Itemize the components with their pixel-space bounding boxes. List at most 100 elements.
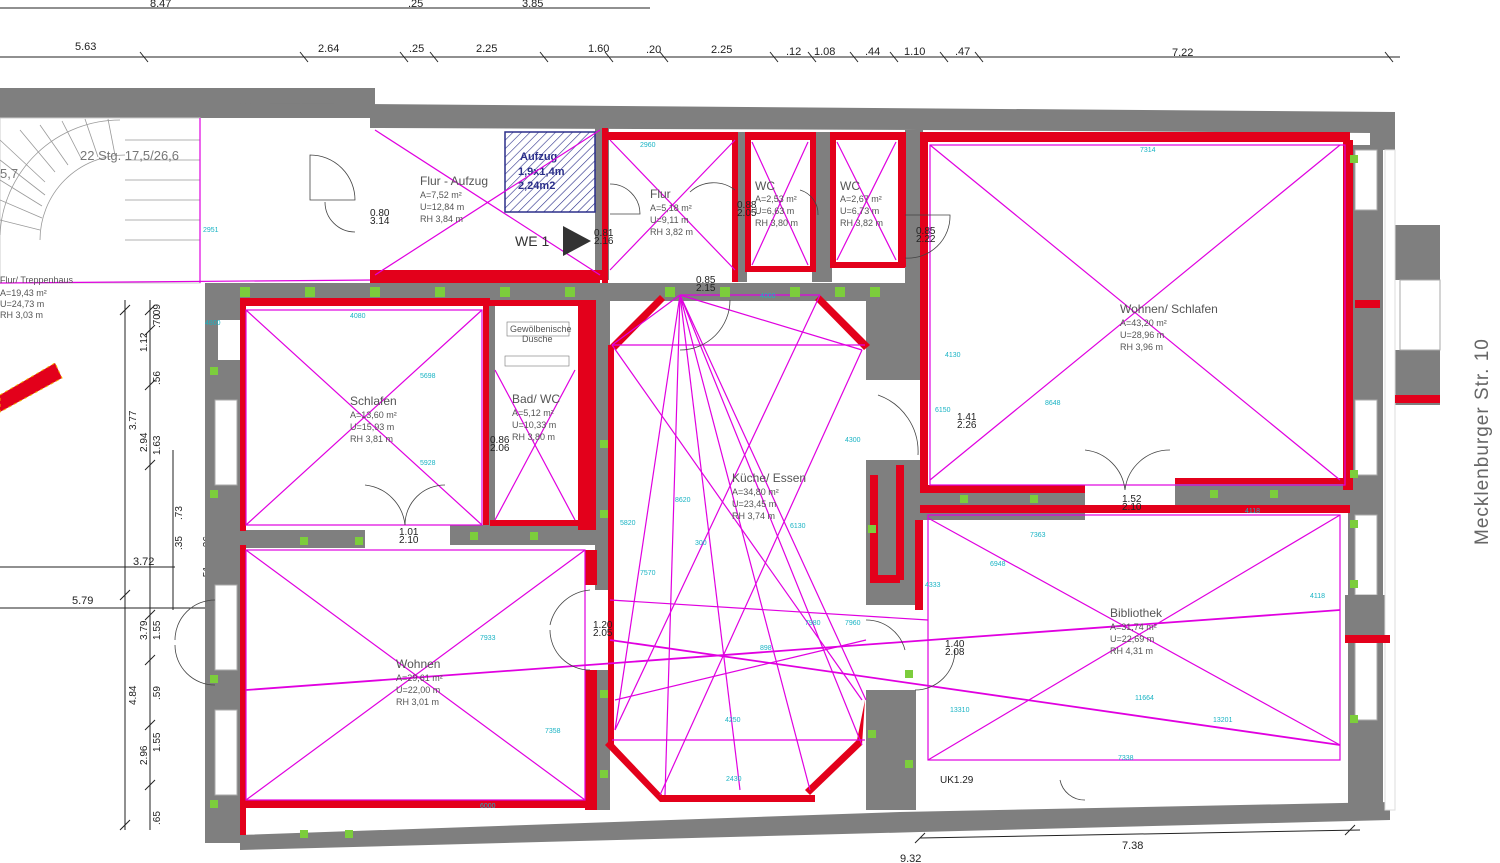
svg-text:5820: 5820 xyxy=(620,520,636,527)
room-bibliothek-name: Bibliothek xyxy=(1110,606,1163,620)
svg-text:13201: 13201 xyxy=(1213,717,1233,724)
svg-text:4118: 4118 xyxy=(1245,508,1260,515)
dim-left-19: 2.96 xyxy=(139,745,150,765)
svg-text:7980: 7980 xyxy=(805,620,821,627)
room-wohnen-name: Wohnen xyxy=(396,657,440,671)
svg-text:2430: 2430 xyxy=(726,776,742,783)
room-wohnen-height: RH 3,01 m xyxy=(396,697,439,707)
room-wohnen-schlafen-name: Wohnen/ Schlafen xyxy=(1120,302,1218,316)
dim-row2-6: .20 xyxy=(646,44,661,56)
svg-text:4333: 4333 xyxy=(925,582,941,589)
floor-plan: 8.47 .25 3.85 5.63 2.64 .25 2.25 1.60 .2… xyxy=(0,0,1493,863)
svg-text:7338: 7338 xyxy=(1118,755,1134,762)
room-bibliothek-area: A=31,74 m² xyxy=(1110,622,1157,632)
door-tag-2b: 2.22 xyxy=(916,234,936,245)
dim-top-3: 3.85 xyxy=(522,0,543,10)
svg-text:6130: 6130 xyxy=(790,523,806,530)
room-wc2-area: A=2,67 m² xyxy=(840,194,882,204)
room-bibliothek-perimeter: U=22,69 m xyxy=(1110,634,1154,644)
dim-top-1: 8.47 xyxy=(150,0,171,10)
street-label: Mecklenburger Str. 10 xyxy=(1472,338,1493,545)
room-flur-name: Flur xyxy=(650,187,671,201)
room-wc2-name: WC xyxy=(840,179,860,193)
door-tag-1b: 2.16 xyxy=(594,236,614,247)
room-wohnen-schlafen-perimeter: U=28,96 m xyxy=(1120,330,1164,340)
dim-row2-11: 1.10 xyxy=(904,46,925,58)
dim-bottom-2: 9.32 xyxy=(900,853,921,863)
stairhall-area: A=19,43 m² xyxy=(0,288,47,298)
new-walls xyxy=(240,128,1440,835)
room-kueche-area: A=34,80 m² xyxy=(732,487,779,497)
door-tag-7b: 2.10 xyxy=(1122,502,1142,513)
svg-text:13310: 13310 xyxy=(950,707,970,714)
room-bad-name: Bad/ WC xyxy=(512,392,560,406)
room-wohnen-schlafen-height: RH 3,96 m xyxy=(1120,342,1163,352)
room-wohnen-area: A=29,61 m² xyxy=(396,673,443,683)
dim-left-20: .65 xyxy=(152,811,163,825)
room-schlafen-area: A=13,60 m² xyxy=(350,410,397,420)
room-flur-aufzug-height: RH 3,84 m xyxy=(420,214,463,224)
dim-row2-2: 2.64 xyxy=(318,43,339,55)
room-flur-aufzug-name: Flur - Aufzug xyxy=(420,174,488,188)
svg-text:8648: 8648 xyxy=(1045,400,1061,407)
svg-text:7363: 7363 xyxy=(1030,532,1046,539)
room-schlafen-height: RH 3,81 m xyxy=(350,434,393,444)
room-wohnen-perimeter: U=22,00 m xyxy=(396,685,440,695)
room-wc1-height: RH 3,80 m xyxy=(755,218,798,228)
room-flur-aufzug-perimeter: U=12,84 m xyxy=(420,202,464,212)
door-tag-6b: 2.26 xyxy=(957,420,977,431)
svg-text:7570: 7570 xyxy=(640,570,656,577)
dim-left-15: 1.55 xyxy=(152,620,163,640)
stairhall-perimeter: U=24,73 m xyxy=(0,299,44,309)
svg-text:7358: 7358 xyxy=(545,728,561,735)
door-tag-5b: 2.15 xyxy=(696,283,716,294)
shower-label-2: Dusche xyxy=(522,334,553,344)
svg-text:6000: 6000 xyxy=(480,803,496,810)
dim-row2-3: .25 xyxy=(409,43,424,55)
svg-text:4080: 4080 xyxy=(350,313,366,320)
dim-left-16: 4.84 xyxy=(128,685,139,705)
dim-left-9: 1.63 xyxy=(152,435,163,455)
dim-left-11: .35 xyxy=(174,536,185,550)
svg-text:898: 898 xyxy=(760,645,772,652)
staircase: 22 Stg. 17,5/26,6 5,7 2951 Flur/ Treppen… xyxy=(0,88,376,413)
room-wc1-area: A=2,53 m² xyxy=(755,194,797,204)
svg-text:5698: 5698 xyxy=(420,373,436,380)
svg-text:4000: 4000 xyxy=(760,293,776,300)
elevator-shaft: Aufzug 1,9x1,4m 2,24m2 xyxy=(504,131,596,213)
dim-row2-9: 1.08 xyxy=(814,46,835,58)
dim-left-14: 3.79 xyxy=(139,620,150,640)
doors xyxy=(174,154,1171,801)
svg-text:4130: 4130 xyxy=(945,352,961,359)
door-tag-12a: UK1.29 xyxy=(940,775,974,786)
room-flur-height: RH 3,82 m xyxy=(650,227,693,237)
dim-row2-7: 2.25 xyxy=(711,44,732,56)
stairhall-name: Flur/ Treppenhaus xyxy=(0,275,74,285)
dim-top-2: .25 xyxy=(408,0,423,10)
svg-text:7314: 7314 xyxy=(1140,147,1156,154)
room-kueche-height: RH 3,74 m xyxy=(732,511,775,521)
dim-left-10: .73 xyxy=(174,506,185,520)
svg-text:2951: 2951 xyxy=(203,227,219,234)
dim-left-3: 3.77 xyxy=(128,410,139,430)
door-tag-3b: 2.05 xyxy=(737,208,757,219)
svg-text:300: 300 xyxy=(695,540,707,547)
svg-text:8620: 8620 xyxy=(675,497,691,504)
room-flur-perimeter: U=9,11 m xyxy=(650,215,689,225)
unit-label: WE 1 xyxy=(515,233,549,249)
dim-left-4: 1.12 xyxy=(139,332,150,352)
elevator-line3: 2,24m2 xyxy=(518,180,555,192)
room-bad-area: A=5,12 m² xyxy=(512,408,554,418)
svg-text:11664: 11664 xyxy=(1135,695,1154,702)
unit-marker: WE 1 xyxy=(515,226,591,256)
svg-text:4800: 4800 xyxy=(205,320,221,327)
svg-text:7933: 7933 xyxy=(480,635,496,642)
room-wc1-name: WC xyxy=(755,179,775,193)
dim-row2-13: 7.22 xyxy=(1172,47,1193,59)
dim-left-1: 3.72 xyxy=(133,556,154,568)
svg-text:4250: 4250 xyxy=(725,717,741,724)
room-bad-perimeter: U=10,33 m xyxy=(512,420,556,430)
door-tag-4b: 2.06 xyxy=(490,443,510,454)
room-flur-area: A=5,18 m² xyxy=(650,203,692,213)
door-tag-8b: 2.10 xyxy=(399,535,419,546)
